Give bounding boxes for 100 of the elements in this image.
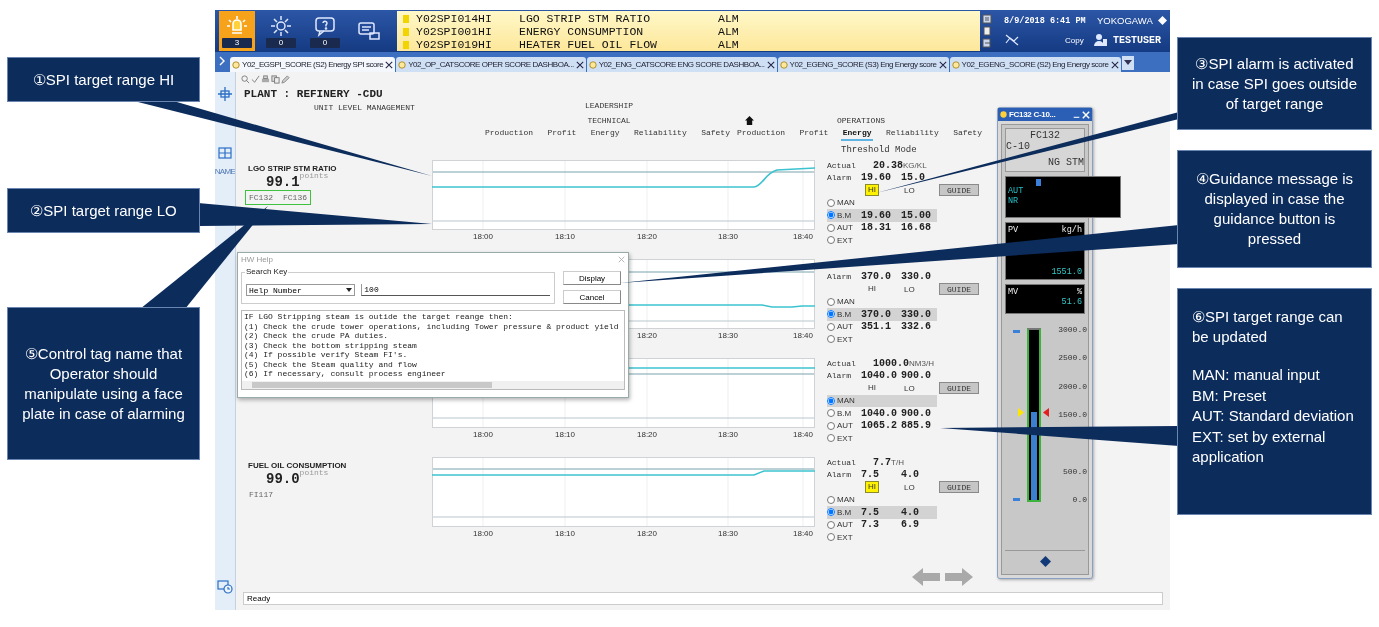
radio-button[interactable] bbox=[827, 409, 835, 418]
close-icon[interactable] bbox=[1110, 60, 1119, 69]
help-number-field[interactable]: 100 bbox=[361, 284, 550, 296]
guide-button[interactable]: GUIDE bbox=[939, 481, 979, 494]
radio-button[interactable] bbox=[827, 533, 835, 542]
disconnected-icon[interactable] bbox=[1004, 34, 1020, 46]
close-icon[interactable] bbox=[385, 60, 394, 69]
tag-description: C-10 bbox=[1006, 141, 1031, 152]
scale-label: 0.0 bbox=[1072, 495, 1087, 504]
nav-tab[interactable]: Reliability bbox=[883, 128, 941, 141]
dialog-button[interactable]: Cancel bbox=[563, 290, 621, 304]
tab[interactable]: Y02_EGENG_SCORE (S3) Eng Energy score bbox=[777, 57, 949, 72]
mode-label: B.M bbox=[837, 408, 852, 418]
edit-icon[interactable] bbox=[281, 75, 290, 84]
tab[interactable]: Y02_ENG_CATSCORE ENG SCORE DASHBOA... bbox=[586, 57, 777, 72]
guide-button[interactable]: GUIDE bbox=[939, 283, 979, 296]
alarm-button[interactable]: 0 bbox=[307, 11, 343, 51]
mode-lo-value: 4.0 bbox=[901, 506, 920, 518]
alarm-button[interactable]: 0 bbox=[263, 11, 299, 51]
radio-button[interactable] bbox=[827, 322, 835, 331]
scale-label: 2000.0 bbox=[1058, 381, 1087, 391]
guide-button[interactable]: GUIDE bbox=[939, 382, 979, 395]
list-icon[interactable] bbox=[982, 14, 992, 24]
nav-tab[interactable]: Reliability bbox=[631, 128, 689, 141]
close-icon[interactable] bbox=[766, 60, 775, 69]
field-label: Actual bbox=[827, 457, 857, 467]
field-label: Actual bbox=[827, 160, 857, 170]
lamp-icon bbox=[226, 14, 248, 37]
tab-menu-button[interactable] bbox=[1121, 56, 1134, 70]
page-icon[interactable] bbox=[982, 26, 992, 36]
radio-button[interactable] bbox=[827, 396, 835, 405]
time-label: 18:20 bbox=[636, 430, 658, 439]
radio-button[interactable] bbox=[827, 335, 835, 344]
help-text-line: (1) Check the crude tower operations, including Tower pressure & product yield bbox=[244, 321, 620, 331]
copy-label[interactable]: Copy bbox=[1065, 35, 1089, 45]
print-icon[interactable] bbox=[261, 75, 270, 84]
control-tag[interactable]: FC136 bbox=[283, 193, 308, 202]
expand-icon[interactable] bbox=[218, 56, 226, 66]
nav-tab[interactable]: Energy bbox=[588, 128, 622, 141]
close-icon[interactable] bbox=[938, 60, 947, 69]
nav-tab[interactable]: Energy bbox=[840, 128, 874, 141]
crosshair-icon[interactable] bbox=[218, 87, 232, 101]
sun-icon bbox=[270, 14, 292, 37]
grid-icon[interactable] bbox=[218, 147, 232, 159]
close-icon[interactable] bbox=[575, 60, 584, 69]
help-text-line: (5) Check the Steam quality and flow bbox=[244, 359, 418, 369]
home-icon[interactable] bbox=[745, 116, 754, 125]
nav-tab[interactable]: Profit bbox=[545, 128, 579, 141]
radio-button[interactable] bbox=[827, 297, 835, 306]
horizontal-scrollbar[interactable] bbox=[242, 381, 624, 389]
nav-tab[interactable]: Profit bbox=[797, 128, 831, 141]
search-icon[interactable] bbox=[241, 75, 250, 84]
guide-button[interactable]: GUIDE bbox=[939, 184, 979, 197]
radio-button[interactable] bbox=[827, 508, 835, 517]
nav-tab[interactable]: Production bbox=[735, 128, 787, 141]
radio-button[interactable] bbox=[827, 520, 835, 529]
control-tag[interactable]: FI117 bbox=[249, 490, 273, 499]
back-arrow-icon[interactable] bbox=[912, 568, 940, 586]
mode-label: MAN bbox=[837, 297, 855, 307]
mode-lo-value: 6.9 bbox=[901, 519, 920, 531]
alarm-hi-value: 1040.0 bbox=[861, 370, 898, 382]
alarm-lo-value: 4.0 bbox=[901, 469, 920, 481]
forward-arrow-icon[interactable] bbox=[945, 568, 973, 586]
document-icon[interactable] bbox=[982, 38, 992, 48]
nav-tab[interactable]: Safety bbox=[699, 128, 732, 141]
nav-tab[interactable]: Safety bbox=[951, 128, 984, 141]
tab[interactable]: Y02_EGENG_SCORE (S2) Eng Energy score bbox=[949, 57, 1121, 72]
control-tag[interactable]: FC132 bbox=[249, 193, 273, 202]
pv-value: 1551.0 bbox=[1050, 267, 1082, 277]
tag-description: NG STM bbox=[1047, 157, 1084, 168]
radio-button[interactable] bbox=[827, 434, 835, 443]
time-label: 18:00 bbox=[472, 232, 494, 241]
callout-note: AUT: Standard deviation bbox=[1192, 406, 1354, 426]
scale-label: 2500.0 bbox=[1058, 353, 1087, 363]
scale-label: 3000.0 bbox=[1058, 325, 1087, 334]
dialog-button[interactable]: Display bbox=[563, 271, 621, 285]
hi-alarm-indicator: HI bbox=[865, 184, 879, 197]
radio-button[interactable] bbox=[827, 198, 835, 207]
tab[interactable]: Y02_OP_CATSCORE OPER SCORE DASHBOA... bbox=[396, 57, 586, 72]
hi-label: HI bbox=[867, 283, 877, 296]
radio-button[interactable] bbox=[827, 310, 835, 319]
radio-button[interactable] bbox=[827, 236, 835, 245]
nav-tab[interactable]: Production bbox=[483, 128, 535, 141]
radio-button[interactable] bbox=[827, 211, 835, 220]
mode-label: B.M bbox=[837, 507, 852, 517]
alarm-count: 3 bbox=[222, 37, 252, 48]
check-icon[interactable] bbox=[251, 75, 260, 84]
mode-hi-value: 1065.2 bbox=[861, 420, 898, 432]
radio-button[interactable] bbox=[827, 223, 835, 232]
mv-label: MV bbox=[1008, 287, 1019, 297]
callout-text: ②SPI target range LO bbox=[30, 200, 177, 221]
tab[interactable]: Y02_EGSPI_SCORE (S2) Energy SPI score bbox=[230, 57, 396, 72]
radio-button[interactable] bbox=[827, 421, 835, 430]
radio-button[interactable] bbox=[827, 495, 835, 504]
copy-icon[interactable] bbox=[271, 75, 280, 84]
clock-window-icon[interactable] bbox=[217, 580, 233, 594]
search-key-dropdown[interactable]: Help Number bbox=[246, 284, 356, 296]
diamond-icon[interactable] bbox=[1039, 555, 1051, 567]
alarm-button[interactable]: 3 bbox=[219, 11, 255, 51]
alarm-hi-value: 7.5 bbox=[861, 469, 880, 481]
